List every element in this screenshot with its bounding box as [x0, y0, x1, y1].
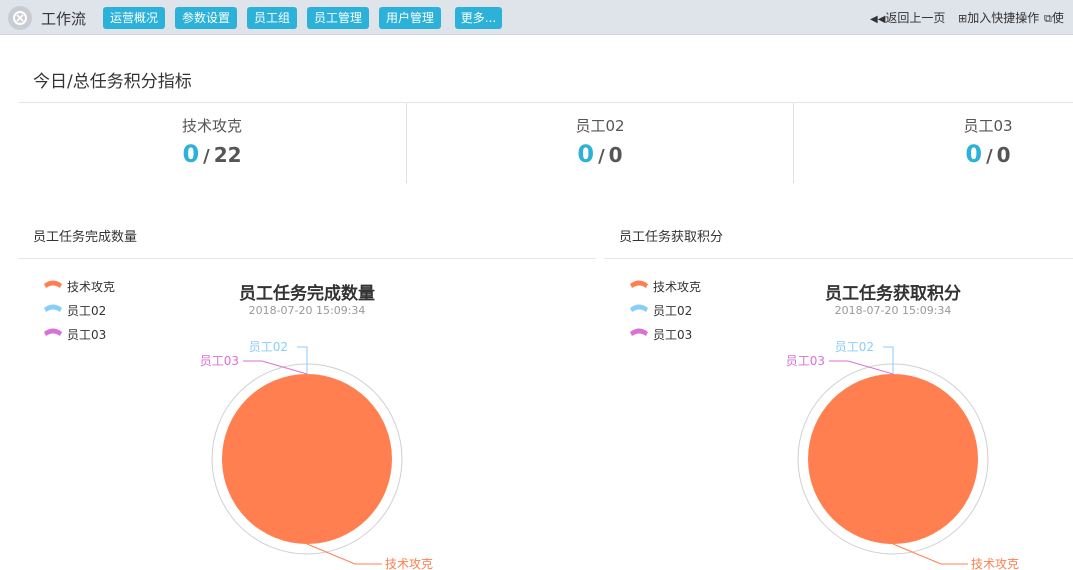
kpi-card: 员工02 0/0 [500, 115, 700, 168]
chart-title: 员工任务获取积分 [825, 284, 961, 304]
divider [18, 102, 1073, 103]
back-link[interactable]: ◀◀返回上一页 [870, 9, 945, 26]
pie-slice [222, 374, 392, 544]
pie-chart: 技术攻克 员工02 员工03 [786, 340, 1019, 570]
nav-settings-button[interactable]: 参数设置 [175, 7, 237, 29]
legend-swatch-icon [630, 328, 648, 336]
rewind-icon: ◀◀ [870, 14, 886, 25]
kpi-value: 0/22 [112, 140, 312, 168]
legend-swatch-icon [630, 280, 648, 288]
kpi-card: 员工03 0/0 [888, 115, 1073, 168]
app-title: 工作流 [41, 10, 87, 28]
nav-more-button[interactable]: 更多... [455, 7, 502, 29]
kpi-total: 22 [213, 143, 242, 167]
kpi-section-title: 今日/总任务积分指标 [33, 72, 192, 92]
pie-label: 员工03 [200, 354, 239, 368]
legend-item[interactable]: 员工02 [630, 302, 692, 319]
chart-subtitle: 2018-07-20 15:09:34 [248, 304, 366, 317]
legend-swatch-icon [630, 304, 648, 312]
kpi-separator: / [986, 146, 993, 167]
kpi-current: 0 [182, 140, 200, 168]
main-content: 今日/总任务积分指标 技术攻克 0/22 员工02 0/0 员工03 0/0 员… [0, 35, 1073, 570]
plus-box-icon: ⊞ [958, 12, 968, 25]
kpi-value: 0/0 [500, 140, 700, 168]
pie-label: 员工02 [249, 340, 288, 354]
legend-swatch-icon [44, 304, 62, 312]
nav-users-button[interactable]: 用户管理 [379, 7, 441, 29]
chart-subtitle: 2018-07-20 15:09:34 [834, 304, 952, 317]
kpi-card: 技术攻克 0/22 [112, 115, 312, 168]
use-link[interactable]: ⧉使 [1044, 9, 1064, 26]
pie-label-line [243, 360, 308, 375]
pie-label-line [297, 346, 308, 374]
pie-label: 技术攻克 [971, 557, 1019, 570]
legend-item[interactable]: 员工03 [630, 326, 692, 343]
top-bar: 工作流 运营概况 参数设置 员工组 员工管理 用户管理 更多... ◀◀返回上一… [0, 0, 1073, 35]
pie-label-line [306, 543, 382, 565]
pie-label-line [829, 360, 894, 375]
kpi-separator: / [203, 146, 210, 167]
nav-overview-button[interactable]: 运营概况 [103, 7, 165, 29]
kpi-total: 0 [996, 143, 1011, 167]
divider [793, 103, 794, 183]
panel-title: 员工任务获取积分 [619, 230, 724, 245]
legend-item[interactable]: 员工03 [44, 326, 106, 343]
legend-item[interactable]: 技术攻克 [630, 278, 701, 295]
pie-slice [808, 374, 978, 544]
nav-group-button[interactable]: 员工组 [247, 7, 297, 29]
panel-title: 员工任务完成数量 [33, 230, 138, 245]
kpi-current: 0 [577, 140, 595, 168]
divider [18, 258, 596, 259]
divider [604, 258, 1073, 259]
kpi-separator: / [598, 146, 605, 167]
legend-swatch-icon [44, 328, 62, 336]
add-shortcut-link[interactable]: ⊞加入快捷操作 [958, 9, 1039, 26]
pie-label: 员工03 [786, 354, 825, 368]
pie-label: 员工02 [835, 340, 874, 354]
pie-label-line [883, 346, 894, 374]
pie-label-line [892, 543, 968, 565]
kpi-name: 技术攻克 [181, 117, 242, 135]
kpi-value: 0/0 [888, 140, 1073, 168]
popout-icon: ⧉ [1044, 12, 1052, 25]
pie-label: 技术攻克 [385, 557, 433, 570]
divider [406, 103, 407, 183]
kpi-total: 0 [608, 143, 623, 167]
legend-item[interactable]: 技术攻克 [44, 278, 115, 295]
kpi-name: 员工03 [963, 117, 1013, 135]
legend-item[interactable]: 员工02 [44, 302, 106, 319]
pie-chart: 技术攻克 员工02 员工03 [200, 340, 433, 570]
chart-title: 员工任务完成数量 [239, 284, 375, 304]
kpi-current: 0 [965, 140, 983, 168]
app-logo-icon[interactable] [8, 6, 32, 30]
legend-swatch-icon [44, 280, 62, 288]
kpi-name: 员工02 [575, 117, 625, 135]
nav-staff-button[interactable]: 员工管理 [307, 7, 369, 29]
